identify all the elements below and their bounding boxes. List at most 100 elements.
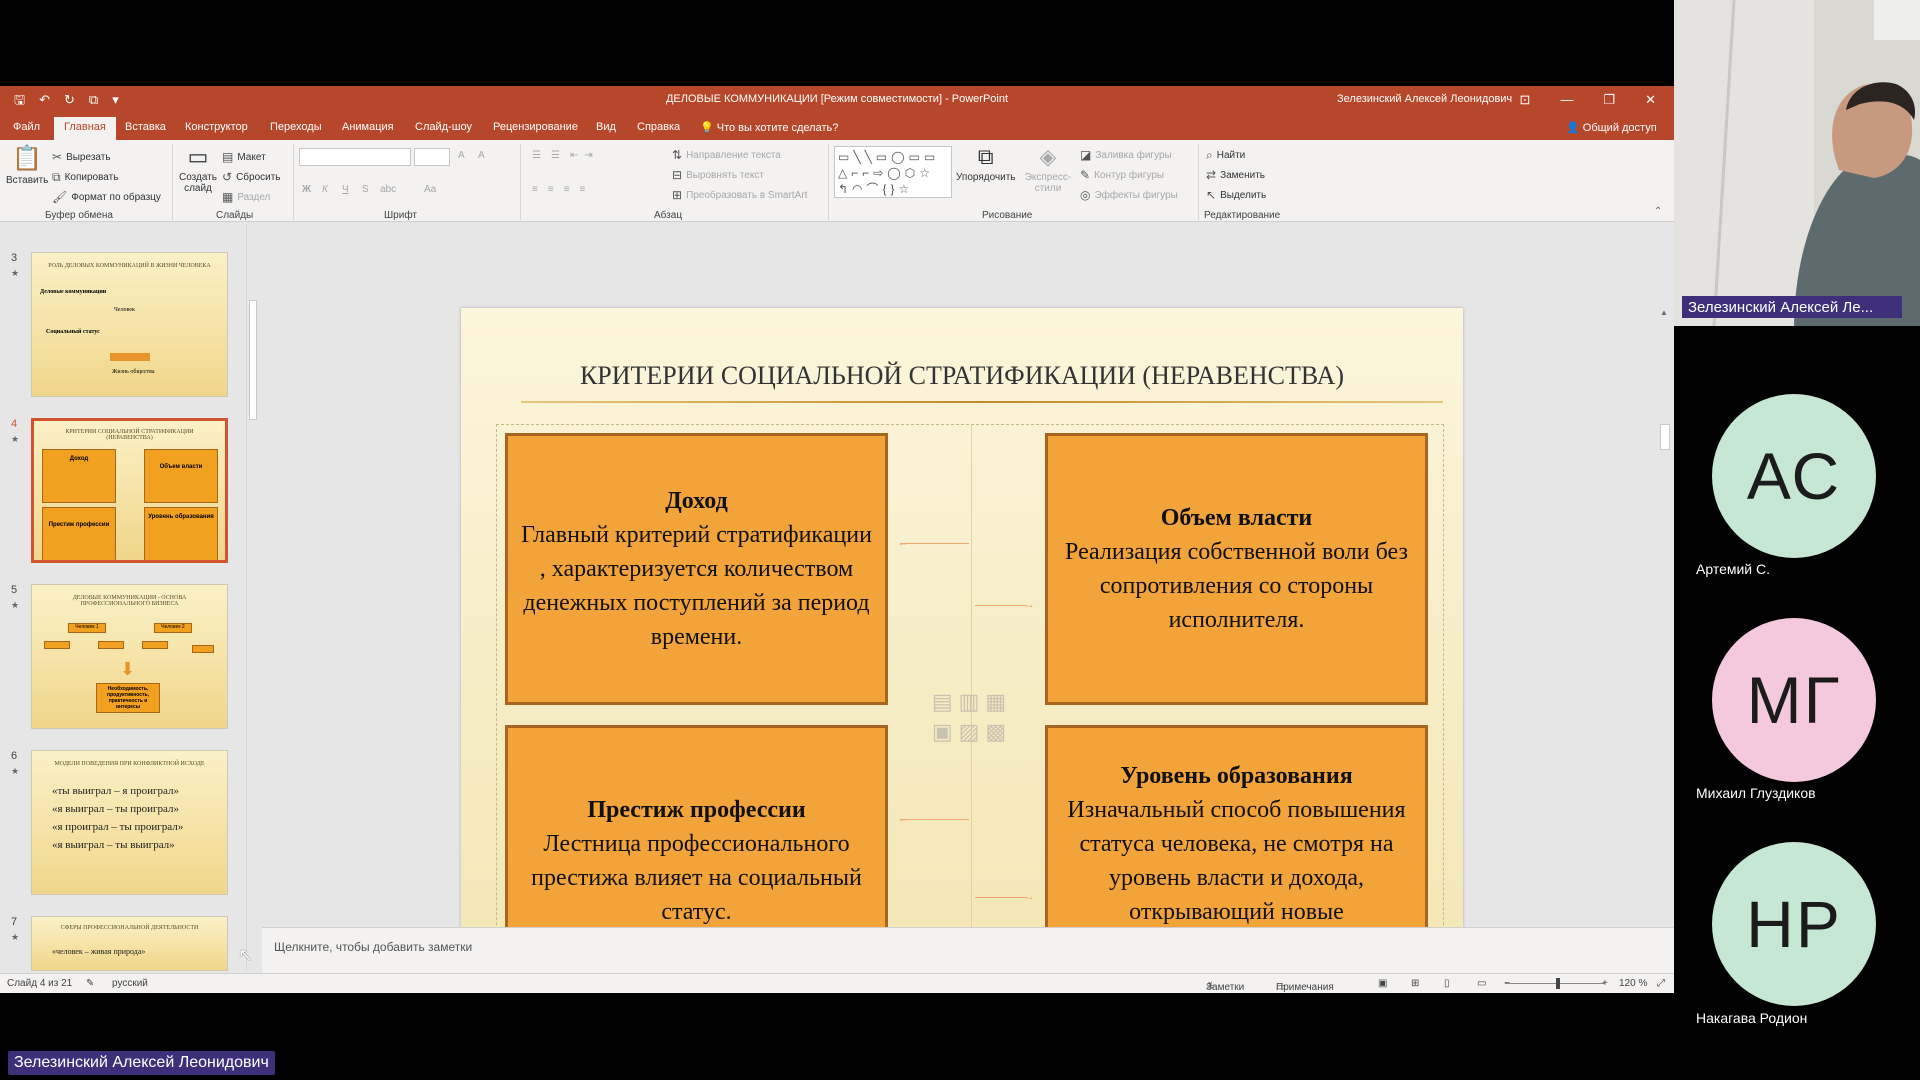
select-button[interactable]: ↖ Выделить bbox=[1206, 188, 1266, 202]
zoom-level[interactable]: 120 % bbox=[1619, 978, 1647, 989]
participant-avatar[interactable]: АС bbox=[1712, 394, 1876, 558]
underline-button[interactable]: Ч bbox=[342, 184, 349, 195]
participant-name: Артемий С. bbox=[1696, 561, 1771, 577]
cut-label: Вырезать bbox=[66, 151, 111, 163]
slide-title[interactable]: КРИТЕРИИ СОЦИАЛЬНОЙ СТРАТИФИКАЦИИ (НЕРАВ… bbox=[461, 361, 1463, 391]
bold-button[interactable]: Ж bbox=[302, 184, 311, 195]
new-slide-button[interactable]: ▭ Создать слайд bbox=[178, 144, 218, 194]
criterion-box-power[interactable]: Объем власти Реализация собственной воли… bbox=[1045, 433, 1428, 705]
list-buttons[interactable]: ☰ ☰ ⇤⇥ bbox=[532, 150, 599, 161]
ribbon-display-icon[interactable]: ⊡ bbox=[1520, 92, 1531, 108]
scrollbar-thumb[interactable] bbox=[249, 300, 257, 420]
connector-arrow-left bbox=[901, 543, 969, 544]
signed-in-user[interactable]: Зелезинский Алексей Леонидович bbox=[1337, 93, 1512, 105]
section-button[interactable]: ▦ Раздел bbox=[222, 190, 270, 204]
reset-button[interactable]: ↺ Сбросить bbox=[222, 170, 281, 184]
editor-scrollbar[interactable]: ▲ ▼ bbox=[1658, 308, 1672, 957]
participant-avatar[interactable]: МГ bbox=[1712, 618, 1876, 782]
format-painter-button[interactable]: 🖌 Формат по образцу bbox=[52, 190, 161, 204]
participant-avatar[interactable]: НР bbox=[1712, 842, 1876, 1006]
find-button[interactable]: ⌕ Найти bbox=[1206, 148, 1245, 163]
slide-thumbnail-4[interactable]: КРИТЕРИИ СОЦИАЛЬНОЙ СТРАТИФИКАЦИИ (НЕРАВ… bbox=[31, 418, 228, 563]
thumb-title: РОЛЬ ДЕЛОВЫХ КОММУНИКАЦИЙ В ЖИЗНИ ЧЕЛОВЕ… bbox=[48, 263, 211, 269]
shape-fill-button[interactable]: ◪ Заливка фигуры bbox=[1080, 148, 1172, 162]
quick-styles-button[interactable]: ◈ Экспресс-стили bbox=[1024, 144, 1072, 194]
shapes-gallery[interactable]: ▭╲╲▭◯▭▭ △⌐⌐⇨◯⬡☆ ↰◠⌒{}☆ bbox=[834, 146, 952, 198]
thumb-title: МОДЕЛИ ПОВЕДЕНИЯ ПРИ КОНФЛИКТНОЙ ИСХОДЕ bbox=[54, 761, 205, 767]
arrow-right-icon: → bbox=[1023, 597, 1035, 611]
zoom-slider-knob[interactable] bbox=[1556, 978, 1560, 989]
tab-design[interactable]: Конструктор bbox=[185, 121, 248, 133]
arrow-right-icon: → bbox=[1023, 889, 1035, 903]
thumb-number: 3 bbox=[11, 252, 18, 264]
paste-button[interactable]: 📋 Вставить bbox=[6, 144, 48, 186]
strikethrough-button[interactable]: abc bbox=[380, 184, 396, 195]
shrink-font-button[interactable]: A bbox=[478, 150, 485, 161]
cut-button[interactable]: ✂ Вырезать bbox=[52, 150, 111, 164]
slideshow-view-icon[interactable]: ▭ bbox=[1477, 978, 1486, 989]
smartart-frame[interactable]: Доход Главный критерий стратификации , х… bbox=[496, 424, 1444, 993]
shape-outline-button[interactable]: ✎ Контур фигуры bbox=[1080, 168, 1164, 182]
layout-button[interactable]: ▤ Макет bbox=[222, 150, 266, 164]
new-slide-icon: ▭ bbox=[187, 144, 209, 169]
language-indicator[interactable]: русский bbox=[112, 978, 148, 989]
tab-review[interactable]: Рецензирование bbox=[493, 121, 578, 133]
reading-view-icon[interactable]: ▯ bbox=[1444, 978, 1450, 989]
normal-view-icon[interactable]: ▣ bbox=[1378, 978, 1387, 989]
scroll-up-icon[interactable]: ▲ bbox=[1660, 308, 1668, 317]
reset-label: Сбросить bbox=[236, 171, 281, 183]
close-icon[interactable]: ✕ bbox=[1645, 92, 1656, 108]
connector-arrow-left bbox=[901, 819, 969, 820]
thumb-arrow-icon: ⬇ bbox=[120, 659, 136, 679]
slide-thumbnail-5[interactable]: ДЕЛОВЫЕ КОММУНИКАЦИИ - ОСНОВА ПРОФЕССИОН… bbox=[31, 584, 228, 729]
zoom-in-icon[interactable]: + bbox=[1602, 978, 1608, 989]
arrange-button[interactable]: ⧉ Упорядочить bbox=[956, 144, 1016, 183]
font-name-input[interactable] bbox=[299, 148, 411, 166]
align-left-icon: ≡ bbox=[532, 184, 544, 195]
shape-effects-button[interactable]: ◎ Эффекты фигуры bbox=[1080, 188, 1178, 202]
separator bbox=[520, 144, 521, 220]
tab-slideshow[interactable]: Слайд-шоу bbox=[415, 121, 472, 133]
share-button[interactable]: 👤 Общий доступ bbox=[1566, 121, 1657, 134]
tab-animations[interactable]: Анимация bbox=[342, 121, 394, 133]
tab-transitions[interactable]: Переходы bbox=[270, 121, 322, 133]
content-placeholder-icons[interactable]: ▤▥▦ ▣▨▩ bbox=[927, 687, 1017, 747]
slide-thumbnail-7[interactable]: СФЕРЫ ПРОФЕССИОНАЛЬНОЙ ДЕЯТЕЛЬНОСТИ «чел… bbox=[31, 916, 228, 971]
align-buttons[interactable]: ≡ ≡ ≡ ≡ bbox=[532, 184, 591, 195]
box-heading: Объем власти bbox=[1160, 505, 1313, 531]
zoom-slider[interactable] bbox=[1505, 983, 1605, 984]
grow-font-button[interactable]: A bbox=[458, 150, 465, 161]
collapse-ribbon-icon[interactable]: ⌃ bbox=[1654, 206, 1662, 217]
convert-smartart-button[interactable]: ⊞ Преобразовать в SmartArt bbox=[672, 188, 807, 202]
tab-file[interactable]: Файл bbox=[13, 121, 40, 133]
fit-to-window-icon[interactable]: ⤢ bbox=[1657, 978, 1665, 989]
thumb-box bbox=[98, 641, 124, 649]
spellcheck-icon[interactable]: ✎ bbox=[86, 978, 94, 989]
change-case-button[interactable]: Aa bbox=[424, 184, 436, 195]
thumbnails-scrollbar[interactable] bbox=[246, 224, 258, 971]
slide-sorter-icon[interactable]: ⊞ bbox=[1411, 978, 1419, 989]
restore-icon[interactable]: ❐ bbox=[1603, 92, 1615, 108]
thumb-box-label: Необходимость, продуктивность, практично… bbox=[96, 683, 160, 713]
copy-button[interactable]: ⧉ Копировать bbox=[52, 170, 118, 185]
slide-thumbnail-6[interactable]: МОДЕЛИ ПОВЕДЕНИЯ ПРИ КОНФЛИКТНОЙ ИСХОДЕ … bbox=[31, 750, 228, 895]
tab-home[interactable]: Главная bbox=[54, 117, 116, 140]
tab-insert[interactable]: Вставка bbox=[125, 121, 166, 133]
criterion-box-income[interactable]: Доход Главный критерий стратификации , х… bbox=[505, 433, 888, 705]
text-direction-button[interactable]: ⇅ Направление текста bbox=[672, 148, 781, 162]
animation-star-icon: ★ bbox=[11, 434, 20, 444]
slide-thumbnail-3[interactable]: РОЛЬ ДЕЛОВЫХ КОММУНИКАЦИЙ В ЖИЗНИ ЧЕЛОВЕ… bbox=[31, 252, 228, 397]
shadow-button[interactable]: S bbox=[362, 184, 369, 195]
tab-help[interactable]: Справка bbox=[637, 121, 680, 133]
font-size-input[interactable] bbox=[414, 148, 450, 166]
align-text-button[interactable]: ⊟ Выровнять текст bbox=[672, 168, 764, 182]
minimize-icon[interactable]: — bbox=[1560, 92, 1573, 108]
scrollbar-thumb[interactable] bbox=[1660, 424, 1670, 450]
replace-button[interactable]: ⇄ Заменить bbox=[1206, 168, 1265, 182]
notes-placeholder[interactable]: Щелкните, чтобы добавить заметки bbox=[274, 940, 472, 954]
tell-me-search[interactable]: 💡 Что вы хотите сделать? bbox=[700, 121, 838, 134]
pen-icon: ✎ bbox=[1080, 168, 1091, 182]
italic-button[interactable]: К bbox=[322, 184, 328, 195]
tab-view[interactable]: Вид bbox=[596, 121, 616, 133]
notes-pane[interactable]: Щелкните, чтобы добавить заметки bbox=[262, 927, 1674, 973]
